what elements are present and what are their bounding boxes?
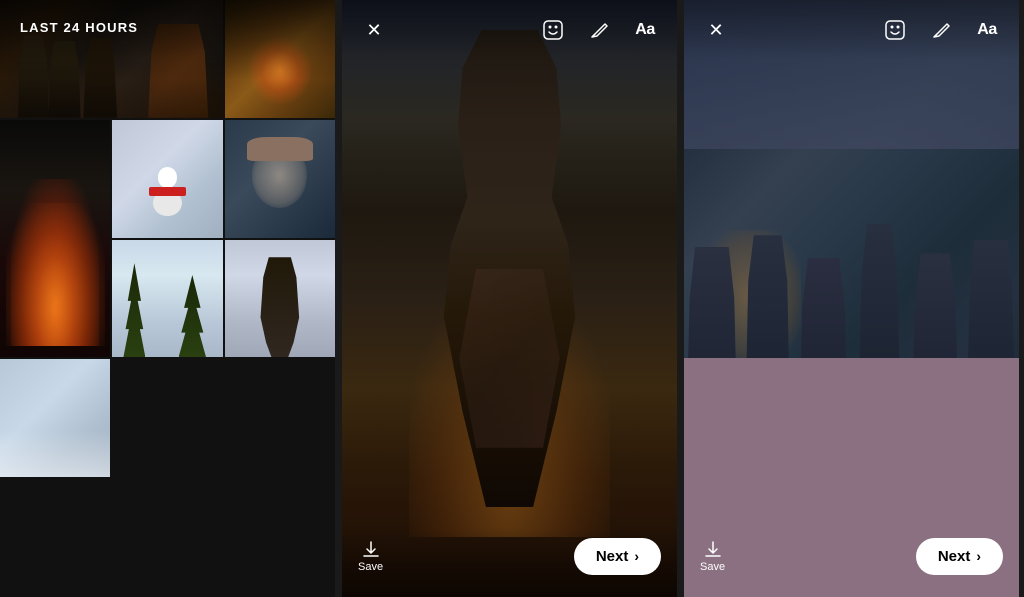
photo-cell[interactable] (0, 120, 110, 358)
story-background-image (342, 0, 677, 597)
photo-grid (0, 0, 335, 597)
right-header-right: Aa (879, 14, 1003, 46)
right-sticker-button[interactable] (879, 14, 911, 46)
close-button[interactable]: ✕ (358, 14, 390, 46)
gallery-overlay (0, 0, 335, 80)
sticker-button[interactable] (537, 14, 569, 46)
right-story-panel: ✕ Aa (684, 0, 1019, 597)
right-story-header: ✕ Aa (684, 0, 1019, 60)
middle-story-panel: ✕ Aa (342, 0, 677, 597)
right-story-footer: Save Next › (684, 527, 1019, 597)
right-text-button[interactable]: Aa (971, 14, 1003, 46)
next-button[interactable]: Next › (574, 538, 661, 575)
story-footer: Save Next › (342, 527, 677, 597)
photo-cell[interactable] (225, 240, 335, 358)
save-button[interactable]: Save (358, 540, 383, 573)
save-label: Save (358, 561, 383, 573)
right-sticker-icon (884, 19, 906, 41)
right-next-button[interactable]: Next › (916, 538, 1003, 575)
photo-cell[interactable] (0, 359, 110, 477)
next-label: Next (596, 548, 629, 565)
sticker-icon (542, 19, 564, 41)
story-header: ✕ Aa (342, 0, 677, 60)
draw-button[interactable] (583, 14, 615, 46)
draw-icon (589, 20, 609, 40)
photo-cell[interactable] (112, 240, 222, 358)
text-button[interactable]: Aa (629, 14, 661, 46)
right-close-button[interactable]: ✕ (700, 14, 732, 46)
story-header-right: Aa (537, 14, 661, 46)
right-draw-button[interactable] (925, 14, 957, 46)
save-icon (362, 540, 380, 558)
right-save-button[interactable]: Save (700, 540, 725, 573)
gallery-title: LAST 24 HOURS (20, 20, 138, 35)
right-draw-icon (931, 20, 951, 40)
right-next-chevron: › (976, 548, 981, 564)
right-save-label: Save (700, 561, 725, 573)
next-chevron: › (634, 548, 639, 564)
right-next-label: Next (938, 548, 971, 565)
right-save-icon (704, 540, 722, 558)
gallery-panel: LAST 24 HOURS (0, 0, 335, 597)
photo-cell[interactable] (112, 120, 222, 238)
photo-cell[interactable] (225, 120, 335, 238)
